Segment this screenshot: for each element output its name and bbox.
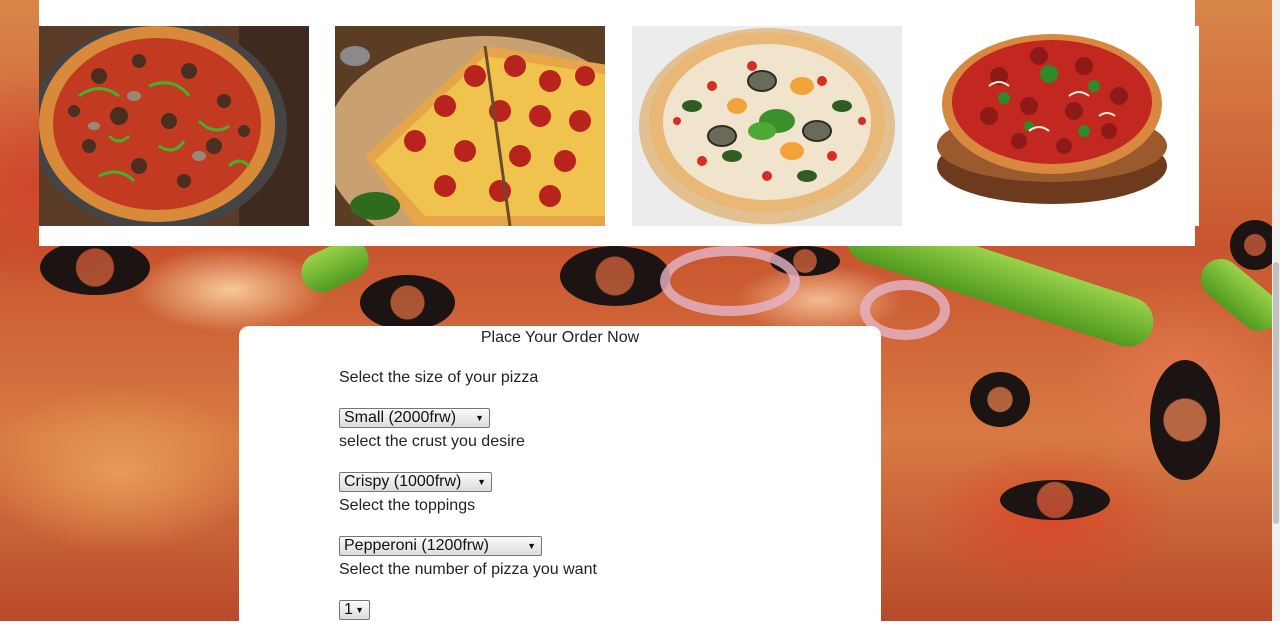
dropdown-arrow-icon: ▼ — [477, 477, 486, 487]
olive-topping — [560, 246, 670, 306]
dropdown-arrow-icon: ▼ — [527, 541, 536, 551]
meat-pizza-image — [929, 26, 1199, 226]
quantity-select-value: 1 — [344, 601, 353, 618]
crust-select-value: Crispy (1000frw) — [344, 473, 462, 490]
olive-topping — [970, 372, 1030, 427]
size-select-value: Small (2000frw) — [344, 409, 457, 426]
dropdown-arrow-icon: ▼ — [355, 605, 364, 615]
olive-topping — [360, 275, 455, 330]
olive-topping — [1000, 480, 1110, 520]
quantity-label: Select the number of pizza you want — [339, 561, 597, 578]
toppings-select-value: Pepperoni (1200frw) — [344, 537, 489, 554]
olive-topping — [40, 240, 150, 295]
pizza-card — [335, 26, 605, 226]
size-label: Select the size of your pizza — [339, 369, 539, 386]
veggie-pizza-image — [632, 26, 902, 226]
pepperoni-pizza-image — [335, 26, 605, 226]
crust-label: select the crust you desire — [339, 433, 525, 450]
olive-topping — [1150, 360, 1220, 480]
crust-select[interactable]: Crispy (1000frw) ▼ — [339, 472, 492, 492]
pizza-card — [632, 26, 902, 226]
supreme-pizza-image — [39, 26, 309, 226]
pizza-card — [39, 26, 309, 226]
quantity-select[interactable]: 1 ▼ — [339, 600, 370, 620]
dropdown-arrow-icon: ▼ — [475, 413, 484, 423]
pizza-card — [929, 26, 1199, 226]
size-select[interactable]: Small (2000frw) ▼ — [339, 408, 490, 428]
page-scrollbar[interactable] — [1272, 0, 1280, 621]
order-form-title: Place Your Order Now — [480, 329, 640, 346]
scrollbar-thumb[interactable] — [1273, 262, 1279, 524]
toppings-label: Select the toppings — [339, 497, 476, 514]
toppings-select[interactable]: Pepperoni (1200frw) ▼ — [339, 536, 542, 556]
onion-topping — [660, 246, 800, 316]
pizza-gallery — [39, 0, 1199, 246]
order-form: Place Your Order Now Select the size of … — [239, 326, 881, 626]
